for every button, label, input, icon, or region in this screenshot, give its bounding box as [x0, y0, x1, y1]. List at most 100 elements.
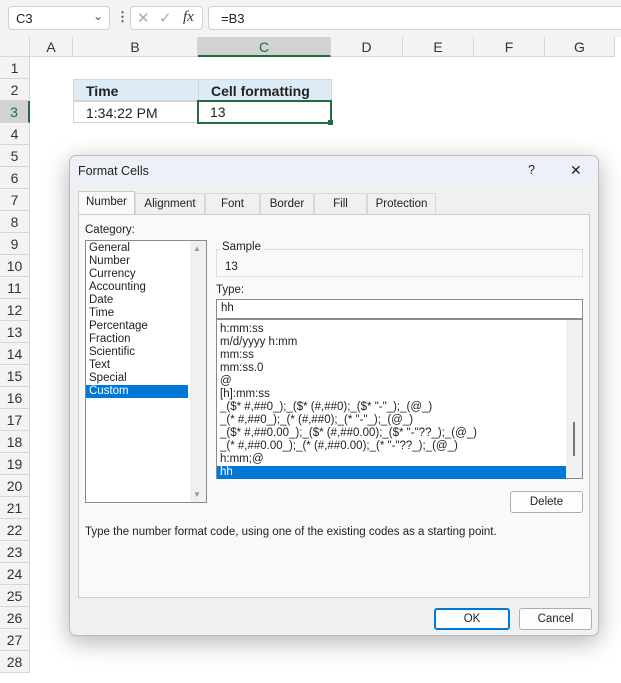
row-header-27[interactable]: 27 [0, 629, 30, 651]
category-item[interactable]: Number [86, 255, 188, 268]
category-item[interactable]: Percentage [86, 320, 188, 333]
category-item[interactable]: Special [86, 372, 188, 385]
row-header-3[interactable]: 3 [0, 101, 30, 123]
select-all-button[interactable] [0, 37, 30, 57]
row-header-7[interactable]: 7 [0, 189, 30, 211]
category-item[interactable]: Text [86, 359, 188, 372]
row-header-1[interactable]: 1 [0, 57, 30, 79]
column-header-D[interactable]: D [331, 37, 403, 57]
cell-B3[interactable]: 1:34:22 PM [73, 101, 199, 123]
cancel-button[interactable]: Cancel [519, 608, 592, 630]
help-icon[interactable]: ? [528, 163, 535, 177]
row-header-18[interactable]: 18 [0, 431, 30, 453]
row-header-17[interactable]: 17 [0, 409, 30, 431]
row-header-5[interactable]: 5 [0, 145, 30, 167]
column-header-C[interactable]: C [198, 37, 331, 57]
close-icon[interactable]: ✕ [570, 162, 582, 179]
row-header-13[interactable]: 13 [0, 321, 30, 343]
type-item[interactable]: h:mm;@ [217, 453, 566, 466]
category-item[interactable]: Date [86, 294, 188, 307]
row-header-10[interactable]: 10 [0, 255, 30, 277]
scroll-up-icon[interactable]: ▲ [193, 244, 201, 253]
formula-bar-area: C3 ⌄ ⋮ ✕ ✓ fx =B3 [0, 0, 621, 37]
tab-protection[interactable]: Protection [367, 193, 436, 214]
type-item[interactable]: _($* #,##0_);_($* (#,##0);_($* "-"_);_(@… [217, 401, 566, 414]
category-item[interactable]: Time [86, 307, 188, 320]
insert-function-icon[interactable]: fx [183, 9, 194, 26]
row-header-22[interactable]: 22 [0, 519, 30, 541]
category-item[interactable]: Fraction [86, 333, 188, 346]
column-header-E[interactable]: E [403, 37, 474, 57]
row-header-25[interactable]: 25 [0, 585, 30, 607]
scroll-down-icon[interactable]: ▼ [193, 490, 201, 499]
row-header-9[interactable]: 9 [0, 233, 30, 255]
type-item[interactable]: _(* #,##0.00_);_(* (#,##0.00);_(* "-"??_… [217, 440, 566, 453]
enter-icon[interactable]: ✓ [159, 9, 172, 27]
type-input[interactable]: hh [216, 299, 583, 319]
category-item[interactable]: Custom [86, 385, 188, 398]
row-header-15[interactable]: 15 [0, 365, 30, 387]
row-header-16[interactable]: 16 [0, 387, 30, 409]
tab-fill[interactable]: Fill [314, 193, 367, 214]
ok-button[interactable]: OK [434, 608, 510, 630]
tab-font[interactable]: Font [205, 193, 260, 214]
type-label: Type: [216, 284, 245, 296]
row-header-23[interactable]: 23 [0, 541, 30, 563]
sample-group [216, 249, 583, 277]
row-header-19[interactable]: 19 [0, 453, 30, 475]
row-header-20[interactable]: 20 [0, 475, 30, 497]
row-header-6[interactable]: 6 [0, 167, 30, 189]
sample-label: Sample [220, 241, 263, 253]
tab-border[interactable]: Border [260, 193, 314, 214]
row-header-21[interactable]: 21 [0, 497, 30, 519]
category-item[interactable]: Accounting [86, 281, 188, 294]
row-header-14[interactable]: 14 [0, 343, 30, 365]
cell-C3[interactable]: 13 [197, 100, 332, 124]
column-header-F[interactable]: F [474, 37, 545, 57]
format-cells-dialog: Format Cells ? ✕ Number Alignment Font Bord… [69, 155, 599, 636]
name-box[interactable]: C3 ⌄ [8, 6, 110, 30]
formula-input[interactable]: =B3 [208, 6, 621, 30]
row-header-4[interactable]: 4 [0, 123, 30, 145]
tab-alignment[interactable]: Alignment [135, 193, 205, 214]
column-header-G[interactable]: G [545, 37, 615, 57]
delete-button[interactable]: Delete [510, 491, 583, 513]
type-item[interactable]: [h]:mm:ss [217, 388, 566, 401]
type-item[interactable]: hh [217, 466, 566, 479]
type-list[interactable]: h:mm:ss m/d/yyyy h:mm mm:ss mm:ss.0 @ [h]:mm:… [216, 319, 583, 479]
description-text: Type the number format code, using one o… [85, 526, 497, 538]
cell-B2[interactable]: Time [73, 79, 199, 101]
column-header-B[interactable]: B [73, 37, 198, 57]
row-header-24[interactable]: 24 [0, 563, 30, 585]
cancel-icon[interactable]: ✕ [137, 9, 150, 27]
category-scrollbar[interactable]: ▲ ▼ [190, 241, 206, 502]
type-item[interactable]: m/d/yyyy h:mm [217, 336, 566, 349]
tab-number[interactable]: Number [78, 191, 135, 215]
type-item[interactable]: mm:ss.0 [217, 362, 566, 375]
column-header-A[interactable]: A [30, 37, 73, 57]
chevron-down-icon[interactable]: ⌄ [93, 9, 103, 23]
row-header-8[interactable]: 8 [0, 211, 30, 233]
category-item[interactable]: General [86, 242, 188, 255]
category-label: Category: [85, 224, 135, 236]
type-item[interactable]: _(* #,##0_);_(* (#,##0);_(* "-"_);_(@_) [217, 414, 566, 427]
row-header-2[interactable]: 2 [0, 79, 30, 101]
cell-C2[interactable]: Cell formatting [198, 79, 332, 101]
more-icon[interactable]: ⋮ [116, 9, 129, 25]
category-list[interactable]: General Number Currency Accounting Date Time P… [85, 240, 207, 503]
fill-handle[interactable] [328, 120, 333, 125]
type-item[interactable]: mm:ss [217, 349, 566, 362]
sample-value: 13 [225, 261, 238, 273]
type-scrollbar[interactable] [566, 320, 582, 478]
type-item[interactable]: @ [217, 375, 566, 388]
scrollbar-thumb[interactable] [573, 422, 575, 456]
row-header-12[interactable]: 12 [0, 299, 30, 321]
row-header-26[interactable]: 26 [0, 607, 30, 629]
category-item[interactable]: Scientific [86, 346, 188, 359]
type-item[interactable]: _($* #,##0.00_);_($* (#,##0.00);_($* "-"… [217, 427, 566, 440]
dialog-title: Format Cells [78, 164, 149, 178]
row-header-28[interactable]: 28 [0, 651, 30, 673]
category-item[interactable]: Currency [86, 268, 188, 281]
type-item[interactable]: h:mm:ss [217, 323, 566, 336]
row-header-11[interactable]: 11 [0, 277, 30, 299]
